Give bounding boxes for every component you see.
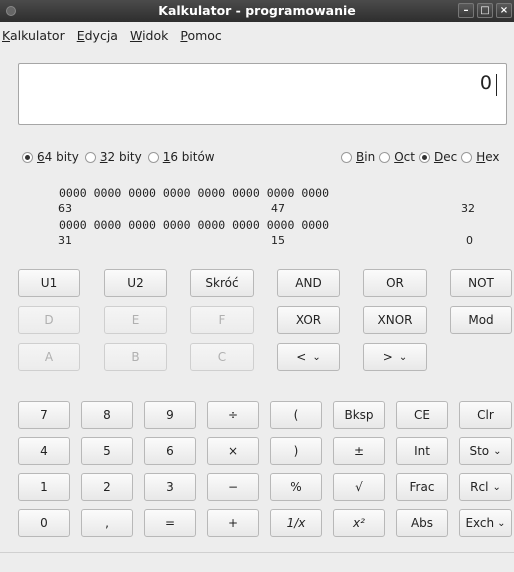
square-button[interactable]: x² xyxy=(333,509,385,537)
square-root-button[interactable]: √ xyxy=(333,473,385,501)
window-title: Kalkulator - programowanie xyxy=(158,3,356,18)
radio-dot-icon xyxy=(379,151,391,163)
u1-button[interactable]: U1 xyxy=(18,269,80,297)
digit-7-button[interactable]: 7 xyxy=(18,401,70,429)
digit-1-button[interactable]: 1 xyxy=(18,473,70,501)
bit-label: 15 xyxy=(271,234,285,247)
digit-5-button[interactable]: 5 xyxy=(81,437,133,465)
backspace-button[interactable]: Bksp xyxy=(333,401,385,429)
digit-9-button[interactable]: 9 xyxy=(144,401,196,429)
close-paren-button[interactable]: ) xyxy=(270,437,322,465)
hex-f-button: F xyxy=(190,306,254,334)
hex-b-button: B xyxy=(104,343,167,371)
decimal-separator-button[interactable]: , xyxy=(81,509,133,537)
xor-button[interactable]: XOR xyxy=(277,306,340,334)
chevron-down-icon: ⌄ xyxy=(497,517,506,529)
radio-oct[interactable]: Oct xyxy=(379,150,415,164)
radio-32-bit[interactable]: 32 bity xyxy=(84,150,142,164)
menu-pomoc[interactable]: Pomoc xyxy=(174,28,227,43)
radio-dot-icon xyxy=(461,151,473,163)
bit-label: 32 xyxy=(461,202,475,215)
absolute-value-button[interactable]: Abs xyxy=(396,509,448,537)
mod-button[interactable]: Mod xyxy=(450,306,512,334)
percent-button[interactable]: % xyxy=(270,473,322,501)
digit-0-button[interactable]: 0 xyxy=(18,509,70,537)
bit-label: 0 xyxy=(466,234,473,247)
word-size-group: 64 bity 32 bity 16 bitów xyxy=(22,149,221,165)
bit-label: 47 xyxy=(271,202,285,215)
result-display[interactable]: 0 xyxy=(18,63,507,125)
status-bar xyxy=(0,552,514,572)
exchange-button[interactable]: Exch ⌄ xyxy=(459,509,512,537)
radio-dot-icon xyxy=(147,151,159,163)
minimize-button[interactable]: – xyxy=(458,3,474,18)
and-button[interactable]: AND xyxy=(277,269,340,297)
chevron-down-icon: ⌄ xyxy=(312,351,321,363)
text-caret xyxy=(496,74,497,96)
hex-e-button: E xyxy=(104,306,167,334)
open-paren-button[interactable]: ( xyxy=(270,401,322,429)
digit-2-button[interactable]: 2 xyxy=(81,473,133,501)
u2-button[interactable]: U2 xyxy=(104,269,167,297)
bit-label: 31 xyxy=(58,234,72,247)
close-button[interactable]: × xyxy=(496,3,512,18)
title-bar: Kalkulator - programowanie – □ × xyxy=(0,0,514,22)
chevron-down-icon: ⌄ xyxy=(493,445,502,457)
not-button[interactable]: NOT xyxy=(450,269,512,297)
plus-minus-button[interactable]: ± xyxy=(333,437,385,465)
chevron-down-icon: ⌄ xyxy=(398,351,408,363)
digit-6-button[interactable]: 6 xyxy=(144,437,196,465)
display-value: 0 xyxy=(479,72,492,94)
radio-64-bit[interactable]: 64 bity xyxy=(22,150,79,164)
radio-dot-icon xyxy=(418,151,430,163)
menu-bar: Kalkulator Edycja Widok Pomoc xyxy=(0,22,514,48)
store-button[interactable]: Sto ⌄ xyxy=(459,437,512,465)
multiply-button[interactable]: × xyxy=(207,437,259,465)
shift-right-button[interactable]: > ⌄ xyxy=(363,343,427,371)
hex-c-button: C xyxy=(190,343,254,371)
shift-left-button[interactable]: < ⌄ xyxy=(277,343,340,371)
subtract-button[interactable]: − xyxy=(207,473,259,501)
radio-16-bit[interactable]: 16 bitów xyxy=(147,150,215,164)
shift-button[interactable]: Skróć xyxy=(190,269,254,297)
recall-button[interactable]: Rcl ⌄ xyxy=(459,473,512,501)
number-base-group: Bin Oct Dec Hex xyxy=(341,149,500,165)
hex-d-button: D xyxy=(18,306,80,334)
bit-label: 63 xyxy=(58,202,72,215)
radio-dot-icon xyxy=(22,151,33,163)
radio-dot-icon xyxy=(341,151,352,163)
menu-edycja[interactable]: Edycja xyxy=(71,28,124,43)
digit-4-button[interactable]: 4 xyxy=(18,437,70,465)
clear-entry-button[interactable]: CE xyxy=(396,401,448,429)
hex-a-button: A xyxy=(18,343,80,371)
bit-display-row-low[interactable]: 0000 0000 0000 0000 0000 0000 0000 0000 xyxy=(59,218,329,232)
digit-8-button[interactable]: 8 xyxy=(81,401,133,429)
add-button[interactable]: + xyxy=(207,509,259,537)
fraction-button[interactable]: Frac xyxy=(396,473,448,501)
digit-3-button[interactable]: 3 xyxy=(144,473,196,501)
reciprocal-button[interactable]: 1/x xyxy=(270,509,322,537)
bit-display-row-high[interactable]: 0000 0000 0000 0000 0000 0000 0000 0000 xyxy=(59,186,329,200)
integer-button[interactable]: Int xyxy=(396,437,448,465)
maximize-button[interactable]: □ xyxy=(477,3,493,18)
chevron-down-icon: ⌄ xyxy=(492,481,501,493)
clear-button[interactable]: Clr xyxy=(459,401,512,429)
radio-bin[interactable]: Bin xyxy=(341,150,375,164)
radio-dot-icon xyxy=(84,151,96,163)
or-button[interactable]: OR xyxy=(363,269,427,297)
radio-hex[interactable]: Hex xyxy=(461,150,500,164)
menu-kalkulator[interactable]: Kalkulator xyxy=(0,28,71,43)
xnor-button[interactable]: XNOR xyxy=(363,306,427,334)
menu-widok[interactable]: Widok xyxy=(124,28,174,43)
radio-dec[interactable]: Dec xyxy=(418,150,457,164)
equals-button[interactable]: = xyxy=(144,509,196,537)
divide-button[interactable]: ÷ xyxy=(207,401,259,429)
